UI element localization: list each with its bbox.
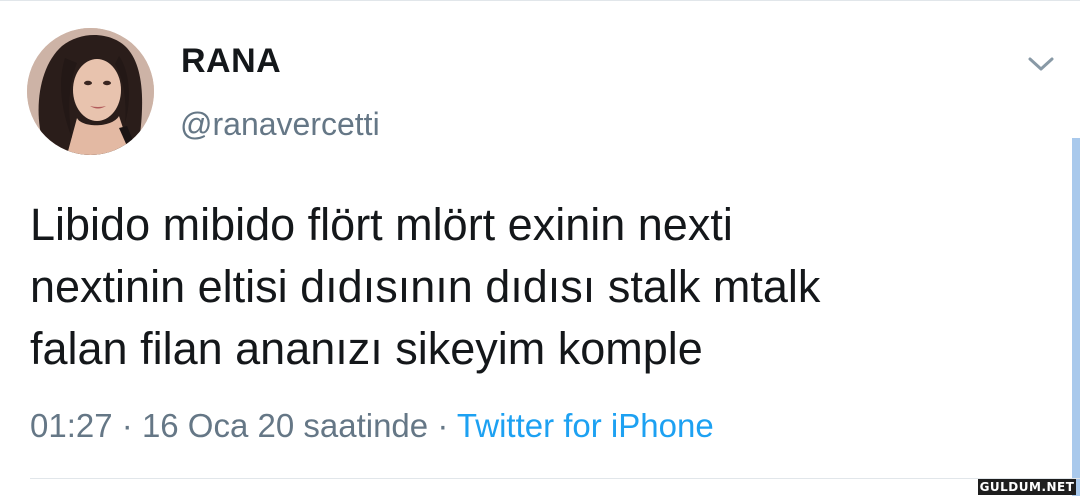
meta-separator: · xyxy=(437,407,449,444)
watermark: GULDUM.NET xyxy=(978,479,1076,495)
tweet-date: 16 Oca 20 saatinde xyxy=(141,407,429,444)
tweet-meta: 01:27 · 16 Oca 20 saatinde · Twitter for… xyxy=(30,407,714,445)
display-name[interactable]: RANA xyxy=(181,42,281,81)
avatar[interactable] xyxy=(27,28,154,155)
tweet-time: 01:27 xyxy=(30,407,113,444)
bottom-divider xyxy=(30,478,1080,479)
tweet-card: RANA @ranavercetti Libido mibido flört m… xyxy=(0,0,1080,496)
user-handle[interactable]: @ranavercetti xyxy=(180,106,380,143)
top-divider xyxy=(0,0,1080,1)
chevron-down-icon[interactable] xyxy=(1026,52,1056,76)
profile-photo xyxy=(27,28,154,155)
scrollbar[interactable] xyxy=(1072,138,1080,496)
tweet-text: Libido mibido flört mlört exinin nexti n… xyxy=(30,199,821,374)
source-link[interactable]: Twitter for iPhone xyxy=(457,407,714,444)
meta-separator: · xyxy=(121,407,133,444)
